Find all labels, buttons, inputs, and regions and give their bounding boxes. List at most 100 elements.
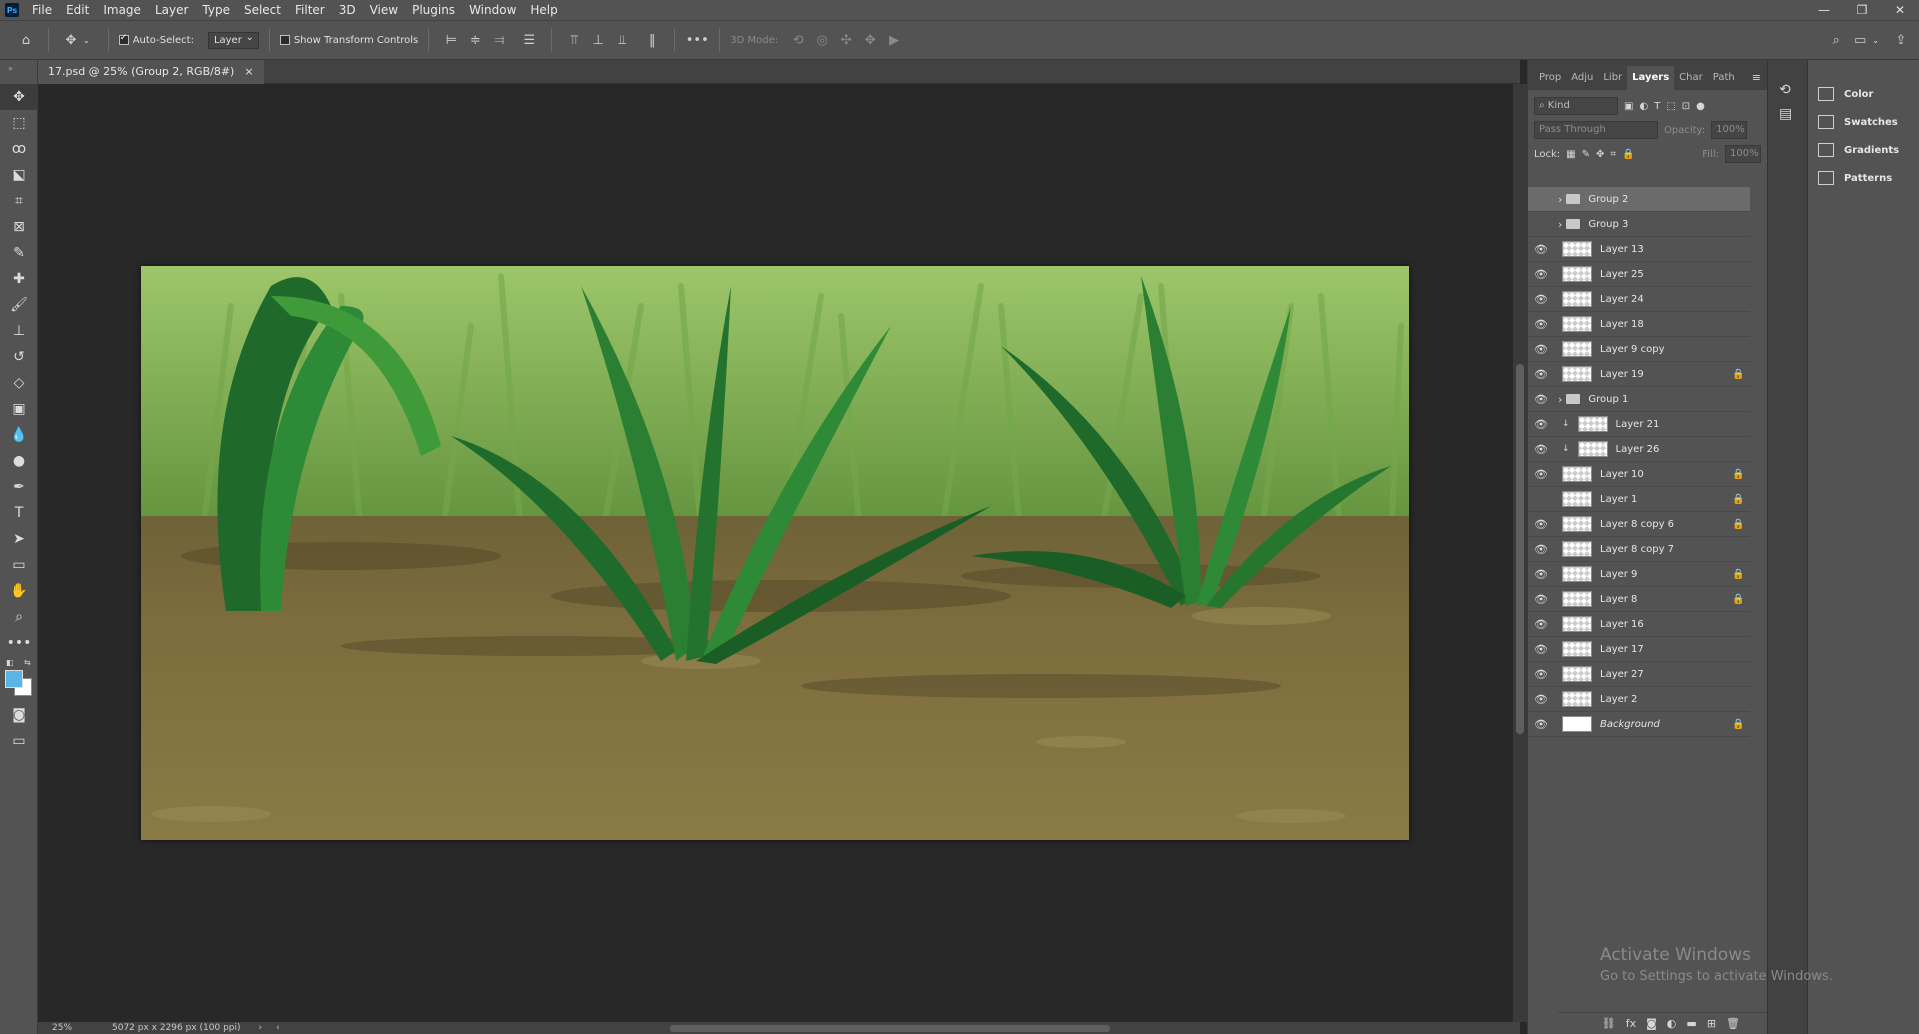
align-center-icon[interactable]: ≑ [463, 28, 487, 52]
layer-name[interactable]: Group 2 [1588, 194, 1732, 205]
visibility-eye-icon[interactable]: 👁 [1528, 268, 1554, 281]
adjustment-layer-icon[interactable]: ◐ [1667, 1017, 1677, 1030]
artwork-canvas[interactable] [141, 266, 1409, 840]
menu-help[interactable]: Help [523, 0, 564, 20]
crop-tool-icon[interactable]: ⌗ [0, 188, 38, 214]
visibility-eye-icon[interactable]: 👁 [1528, 618, 1554, 631]
visibility-eye-icon[interactable]: 👁 [1528, 518, 1554, 531]
layer-row[interactable]: 👁 Layer 24 [1528, 287, 1750, 312]
show-transform-controls-checkbox[interactable]: Show Transform Controls [279, 35, 418, 46]
layer-row[interactable]: 👁 Layer 13 [1528, 237, 1750, 262]
visibility-eye-icon[interactable]: 👁 [1528, 418, 1554, 431]
align-right-icon[interactable]: ⫤ [487, 28, 511, 52]
close-window-icon[interactable]: ✕ [1881, 0, 1919, 20]
menu-edit[interactable]: Edit [59, 0, 96, 20]
layer-name[interactable]: Layer 2 [1600, 694, 1732, 705]
scroll-left-icon[interactable]: ‹ [276, 1023, 280, 1033]
tab-properties[interactable]: Prop [1534, 66, 1566, 90]
home-icon[interactable]: ⌂ [14, 28, 38, 52]
layer-row[interactable]: 👁 Layer 8 copy 7 [1528, 537, 1750, 562]
default-colors-icon[interactable]: ◧ [6, 658, 14, 667]
link-layers-icon[interactable]: ⛓ [1602, 1017, 1616, 1030]
horizontal-scroll-thumb[interactable] [670, 1025, 1110, 1032]
layer-row[interactable]: 👁 › Group 1 [1528, 387, 1750, 412]
eraser-tool-icon[interactable]: ◇ [0, 370, 38, 396]
more-tools-icon[interactable]: ••• [0, 630, 38, 656]
pen-tool-icon[interactable]: ✒ [0, 474, 38, 500]
move-tool-preset-icon[interactable]: ✥ [59, 28, 83, 52]
share-icon[interactable]: ⇪ [1889, 28, 1913, 52]
menu-file[interactable]: File [25, 0, 59, 20]
status-menu-icon[interactable]: › [259, 1023, 263, 1033]
lock-transparent-icon[interactable]: ▦ [1566, 149, 1575, 160]
dock-color[interactable]: Color [1808, 80, 1919, 108]
rectangle-tool-icon[interactable]: ▭ [0, 552, 38, 578]
layer-name[interactable]: Layer 19 [1600, 369, 1732, 380]
visibility-eye-icon[interactable]: 👁 [1528, 293, 1554, 306]
zoom-level[interactable]: 25% [52, 1023, 102, 1033]
lock-all-icon[interactable]: 🔒 [1622, 149, 1634, 160]
vertical-scrollbar[interactable] [1513, 84, 1527, 1022]
dock-gradients[interactable]: Gradients [1808, 136, 1919, 164]
orbit-3d-icon[interactable]: ⟲ [786, 28, 810, 52]
visibility-eye-icon[interactable]: 👁 [1528, 668, 1554, 681]
visibility-eye-icon[interactable]: 👁 [1528, 318, 1554, 331]
workspace-icon[interactable]: ▭ [1848, 28, 1872, 52]
dock-swatches[interactable]: Swatches [1808, 108, 1919, 136]
layer-row[interactable]: 👁 Layer 27 [1528, 662, 1750, 687]
visibility-eye-icon[interactable]: 👁 [1528, 243, 1554, 256]
type-tool-icon[interactable]: T [0, 500, 38, 526]
lock-artboard-icon[interactable]: ⌗ [1610, 149, 1616, 160]
restore-icon[interactable]: ❐ [1843, 0, 1881, 20]
tab-paths[interactable]: Path [1708, 66, 1740, 90]
roll-3d-icon[interactable]: ◎ [810, 28, 834, 52]
visibility-eye-icon[interactable]: 👁 [1528, 468, 1554, 481]
layer-row[interactable]: 👁 Layer 19 🔒 [1528, 362, 1750, 387]
menu-window[interactable]: Window [462, 0, 523, 20]
dock-patterns[interactable]: Patterns [1808, 164, 1919, 192]
layer-row[interactable]: Layer 1 🔒 [1528, 487, 1750, 512]
minimize-icon[interactable]: — [1805, 0, 1843, 20]
chevron-down-icon[interactable]: ⌄ [1872, 36, 1879, 45]
visibility-eye-icon[interactable]: 👁 [1528, 643, 1554, 656]
opacity-input[interactable]: 100% [1711, 121, 1748, 139]
new-group-icon[interactable]: ▬ [1686, 1017, 1696, 1030]
layer-row[interactable]: 👁 Layer 9 copy [1528, 337, 1750, 362]
layer-name[interactable]: Layer 1 [1600, 494, 1732, 505]
layer-name[interactable]: Layer 8 copy 7 [1600, 544, 1732, 555]
foreground-color-swatch[interactable] [5, 670, 23, 688]
layer-row[interactable]: 👁 Layer 16 [1528, 612, 1750, 637]
blend-mode-dropdown[interactable]: Pass Through [1534, 121, 1658, 139]
menu-3d[interactable]: 3D [332, 0, 363, 20]
add-mask-icon[interactable]: ◙ [1646, 1017, 1657, 1030]
marquee-tool-icon[interactable]: ⬚ [0, 110, 38, 136]
layer-name[interactable]: Layer 16 [1600, 619, 1732, 630]
auto-select-checkbox[interactable]: Auto-Select: [118, 33, 194, 46]
visibility-eye-icon[interactable]: 👁 [1528, 693, 1554, 706]
menu-filter[interactable]: Filter [288, 0, 332, 20]
vertical-scroll-thumb[interactable] [1516, 364, 1524, 734]
hand-tool-icon[interactable]: ✋ [0, 578, 38, 604]
layer-row[interactable]: 👁 Layer 9 🔒 [1528, 562, 1750, 587]
visibility-eye-icon[interactable]: 👁 [1528, 568, 1554, 581]
menu-image[interactable]: Image [96, 0, 148, 20]
layer-row[interactable]: 👁 Layer 8 copy 6 🔒 [1528, 512, 1750, 537]
lock-pixels-icon[interactable]: ✎ [1582, 149, 1590, 160]
layer-row[interactable]: 👁 Layer 25 [1528, 262, 1750, 287]
distribute-horizontal-icon[interactable]: ‖ [640, 28, 664, 52]
history-brush-tool-icon[interactable]: ↺ [0, 344, 38, 370]
move-tool-icon[interactable]: ✥ [0, 84, 38, 110]
layer-row[interactable]: 👁 Background 🔒 [1528, 712, 1750, 737]
visibility-eye-icon[interactable]: 👁 [1528, 593, 1554, 606]
layer-row[interactable]: 👁 Layer 2 [1528, 687, 1750, 712]
tab-libraries[interactable]: Libr [1598, 66, 1627, 90]
expand-chevron-icon[interactable]: › [1558, 393, 1562, 406]
layer-name[interactable]: Layer 10 [1600, 469, 1732, 480]
layer-name[interactable]: Layer 27 [1600, 669, 1732, 680]
filter-shape-icon[interactable]: ⬚ [1666, 101, 1675, 112]
delete-layer-icon[interactable]: 🗑 [1726, 1017, 1740, 1030]
layer-row[interactable]: 👁 Layer 10 🔒 [1528, 462, 1750, 487]
zoom-tool-icon[interactable]: ⌕ [0, 604, 38, 630]
tab-character[interactable]: Char [1674, 66, 1708, 90]
object-selection-tool-icon[interactable]: ⬕ [0, 162, 38, 188]
